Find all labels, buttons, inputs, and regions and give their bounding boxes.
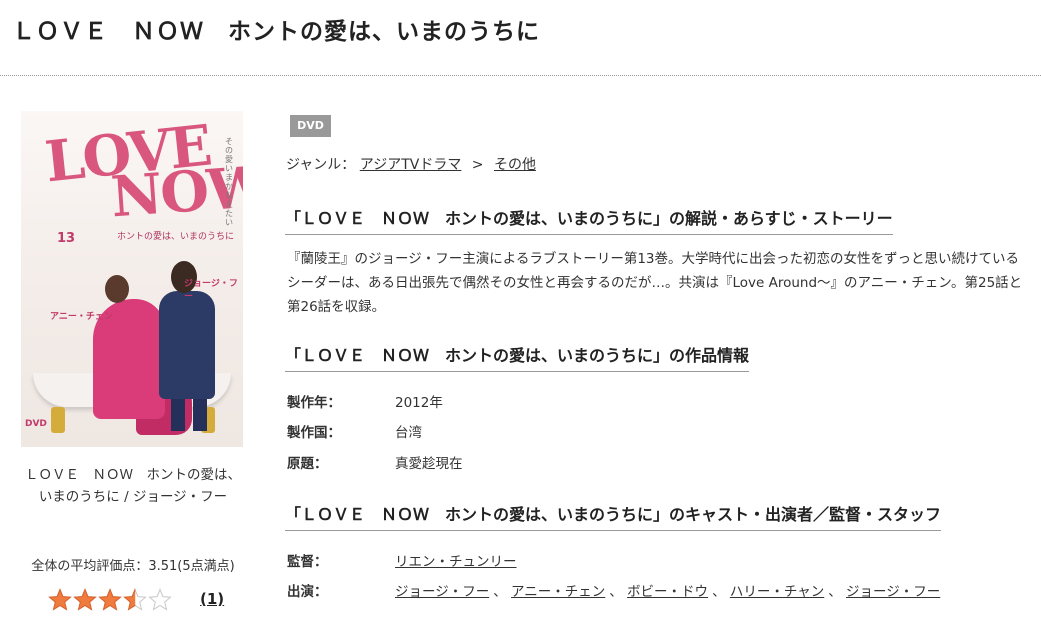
cover-volume: 13 [57, 231, 76, 246]
director-link[interactable]: リエン・チュンリー [395, 554, 517, 570]
average-rating: 全体の平均評価点：3.51(5点満点) [31, 559, 235, 574]
cast-separator: 、 [609, 584, 623, 600]
cast-link[interactable]: ジョージ・フー [395, 584, 489, 600]
media-badge: DVD [290, 115, 331, 137]
star-rating [48, 588, 172, 612]
cast-value: ジョージ・フー、 アニー・チェン、 ボビー・ドウ、 ハリー・チャン、 ジョージ・… [395, 580, 944, 600]
cover-actor [159, 291, 215, 399]
cast-separator: 、 [828, 584, 842, 600]
star-full-icon [73, 588, 97, 611]
star-empty-icon [148, 588, 172, 611]
cast-heading: 「ＬＯＶＥ ＮＯＷ ホントの愛は、いまのうちに」のキャスト・出演者／監督・スタッ… [285, 501, 942, 531]
info-label: 原題： [287, 456, 328, 472]
item-caption: ＬＯＶＥ ＮＯＷ ホントの愛は、いまのうちに / ジョージ・フー [25, 467, 241, 505]
info-value: 真愛趁現在 [395, 456, 463, 472]
genre-breadcrumb: ジャンル： アジアTVドラマ > その他 [286, 154, 536, 174]
cover-side-text: その愛いまかなえたい [225, 137, 233, 227]
cast-label: 出演： [287, 584, 328, 600]
director-value: リエン・チュンリー [395, 550, 521, 570]
director-label: 監督： [287, 554, 328, 570]
title-divider [0, 75, 1041, 76]
cover-actress-head [105, 275, 129, 303]
cast-link[interactable]: ハリー・チャン [730, 584, 824, 600]
dvd-cover-image[interactable]: LOVE NOW 13 ホントの愛は、いまのうちに その愛いまかなえたい ジョー… [21, 111, 243, 447]
synopsis-text: 『蘭陵王』のジョージ・フー主演によるラブストーリー第13巻。大学時代に出会った初… [287, 251, 1023, 315]
star-half-icon [123, 588, 147, 611]
info-value: 2012年 [395, 395, 443, 411]
synopsis-heading: 「ＬＯＶＥ ＮＯＷ ホントの愛は、いまのうちに」の解説・あらすじ・ストーリー [285, 205, 893, 235]
cover-tub-foot [51, 407, 65, 433]
info-heading: 「ＬＯＶＥ ＮＯＷ ホントの愛は、いまのうちに」の作品情報 [285, 342, 750, 372]
cover-subtitle: ホントの愛は、いまのうちに [117, 232, 235, 242]
info-label: 製作国： [287, 425, 341, 441]
cover-dvd-mark: DVD [25, 419, 47, 429]
cover-logo-now: NOW [108, 153, 243, 231]
genre-link-asia-tv-drama[interactable]: アジアTVドラマ [360, 157, 462, 173]
genre-link-other[interactable]: その他 [494, 157, 536, 173]
genre-label: ジャンル： [286, 157, 356, 173]
cast-separator: 、 [712, 584, 726, 600]
genre-separator: > [471, 157, 484, 173]
info-label: 製作年： [287, 395, 341, 411]
cover-actress-name: アニー・チェン [50, 312, 113, 322]
cast-link[interactable]: ボビー・ドウ [627, 584, 708, 600]
cast-link[interactable]: ジョージ・フー [846, 584, 940, 600]
review-count-link[interactable]: (1) [200, 590, 224, 608]
cover-actor-name: ジョージ・フー [184, 279, 238, 302]
cast-link[interactable]: アニー・チェン [511, 584, 605, 600]
star-full-icon [98, 588, 122, 611]
page-title: ＬＯＶＥ ＮＯＷ ホントの愛は、いまのうちに [12, 19, 540, 45]
star-full-icon [48, 588, 72, 611]
info-value: 台湾 [395, 425, 422, 441]
cast-separator: 、 [493, 584, 507, 600]
